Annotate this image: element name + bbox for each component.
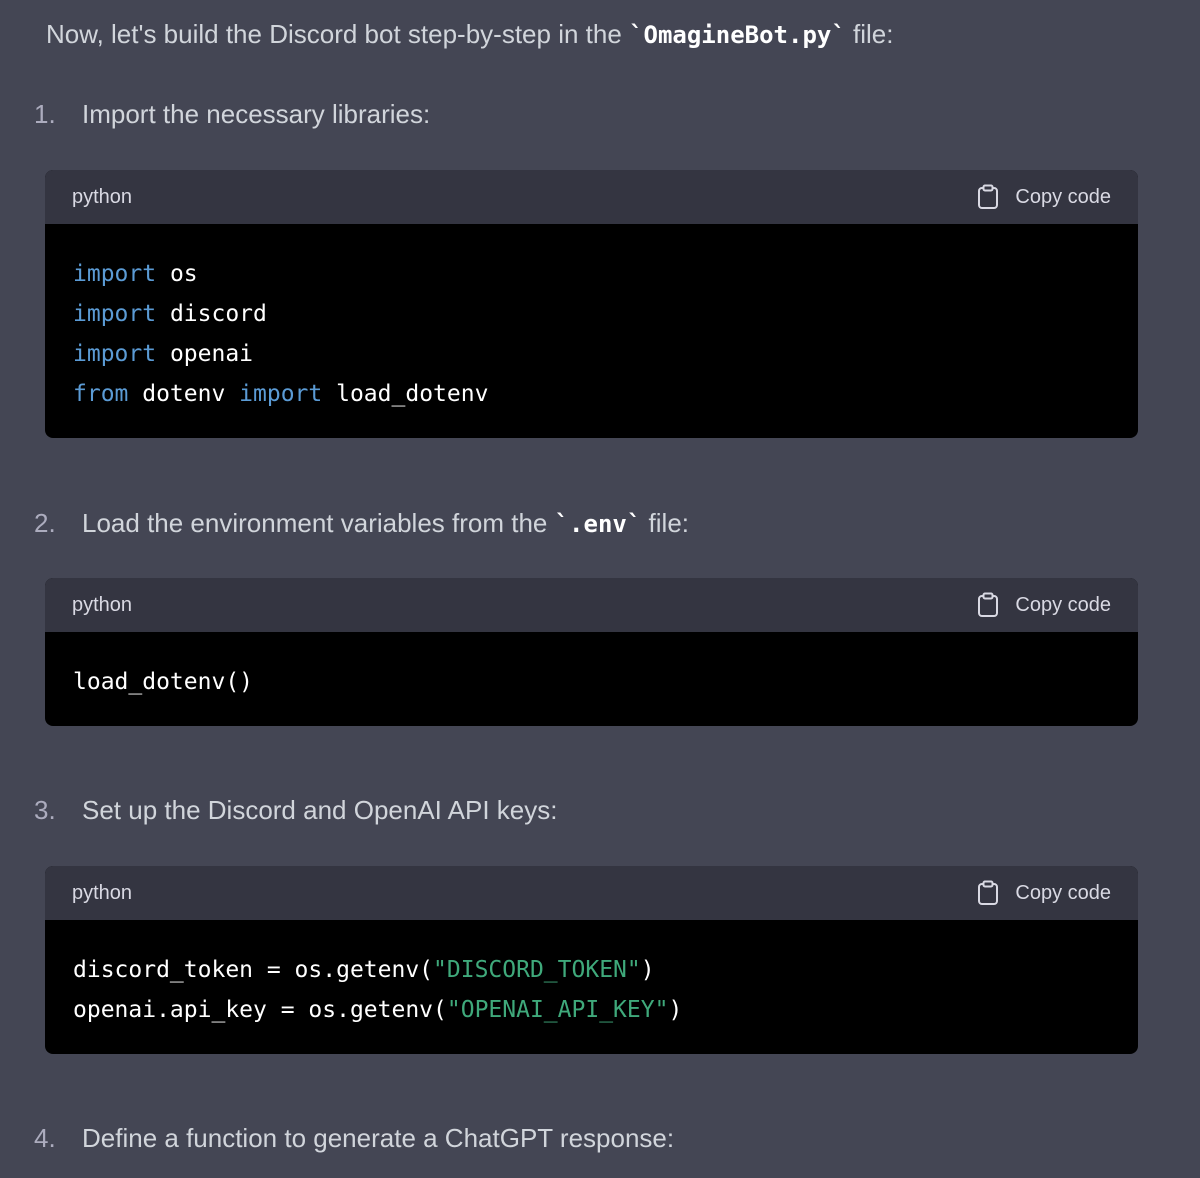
code-block-api-keys: python Copy code discord_token = os.gete… — [45, 866, 1138, 1054]
step-text: Import the necessary libraries: — [82, 99, 431, 129]
code-language-label: python — [72, 882, 133, 904]
copy-code-button[interactable]: Copy code — [977, 591, 1111, 619]
code-token: ) — [668, 997, 683, 1023]
copy-code-button[interactable]: Copy code — [977, 183, 1111, 211]
code-string: "DISCORD_TOKEN" — [433, 957, 641, 983]
code-line: import os — [73, 254, 1110, 294]
code-body: load_dotenv() — [45, 632, 1138, 724]
code-keyword: import — [239, 381, 323, 407]
step-number: 4. — [34, 1123, 56, 1153]
code-line: import discord — [73, 294, 1110, 334]
code-token: load_dotenv — [322, 381, 489, 407]
code-keyword: import — [73, 341, 157, 367]
code-keyword: import — [73, 301, 157, 327]
code-language-label: python — [72, 594, 133, 616]
step-number: 2. — [34, 508, 56, 538]
code-block-header: python Copy code — [45, 866, 1138, 920]
code-token: os — [156, 261, 198, 287]
step-number: 1. — [34, 99, 56, 129]
code-block-header: python Copy code — [45, 578, 1138, 632]
code-token: discord — [156, 301, 267, 327]
copy-code-label: Copy code — [1015, 593, 1111, 616]
step-inline-code: `.env` — [554, 510, 642, 538]
code-string: "OPENAI_API_KEY" — [446, 997, 669, 1023]
step-text-before: Load the environment variables from the — [82, 508, 555, 538]
code-line: import openai — [73, 334, 1110, 374]
step-number: 3. — [34, 795, 56, 825]
copy-code-button[interactable]: Copy code — [977, 879, 1111, 907]
code-keyword: from — [73, 381, 129, 407]
code-body: discord_token = os.getenv("DISCORD_TOKEN… — [45, 920, 1138, 1052]
clipboard-icon — [978, 880, 999, 905]
code-line: discord_token = os.getenv("DISCORD_TOKEN… — [73, 950, 1110, 990]
step-text: Load the environment variables from the … — [82, 505, 689, 542]
code-token: openai — [156, 341, 254, 367]
code-token: dotenv — [128, 381, 240, 407]
code-block-load-dotenv: python Copy code load_dotenv() — [45, 578, 1138, 726]
code-line: load_dotenv() — [73, 662, 1110, 702]
code-keyword: import — [73, 261, 157, 287]
code-block-imports: python Copy code import os import discord… — [45, 170, 1138, 438]
code-body: import os import discord import openai from… — [45, 224, 1138, 436]
intro-inline-code: `OmagineBot.py` — [629, 21, 846, 49]
code-token: ) — [640, 957, 655, 983]
clipboard-icon — [978, 184, 999, 209]
code-token: discord_token = os.getenv( — [73, 957, 434, 983]
copy-code-label: Copy code — [1015, 881, 1111, 904]
code-line: openai.api_key = os.getenv("OPENAI_API_K… — [73, 990, 1110, 1030]
code-language-label: python — [72, 186, 133, 208]
code-block-header: python Copy code — [45, 170, 1138, 224]
copy-code-label: Copy code — [1015, 185, 1111, 208]
intro-text-after: file: — [845, 19, 894, 49]
code-line: from dotenv import load_dotenv — [73, 374, 1110, 414]
clipboard-icon — [978, 592, 999, 617]
step-text-after: file: — [641, 508, 689, 538]
code-token: load_dotenv() — [73, 669, 254, 695]
intro-text-before: Now, let's build the Discord bot step-by… — [46, 19, 630, 49]
step-text: Define a function to generate a ChatGPT … — [82, 1123, 675, 1153]
intro-text: Now, let's build the Discord bot step-by… — [46, 16, 893, 53]
step-text: Set up the Discord and OpenAI API keys: — [82, 795, 558, 825]
code-token: openai.api_key = os.getenv( — [73, 997, 447, 1023]
